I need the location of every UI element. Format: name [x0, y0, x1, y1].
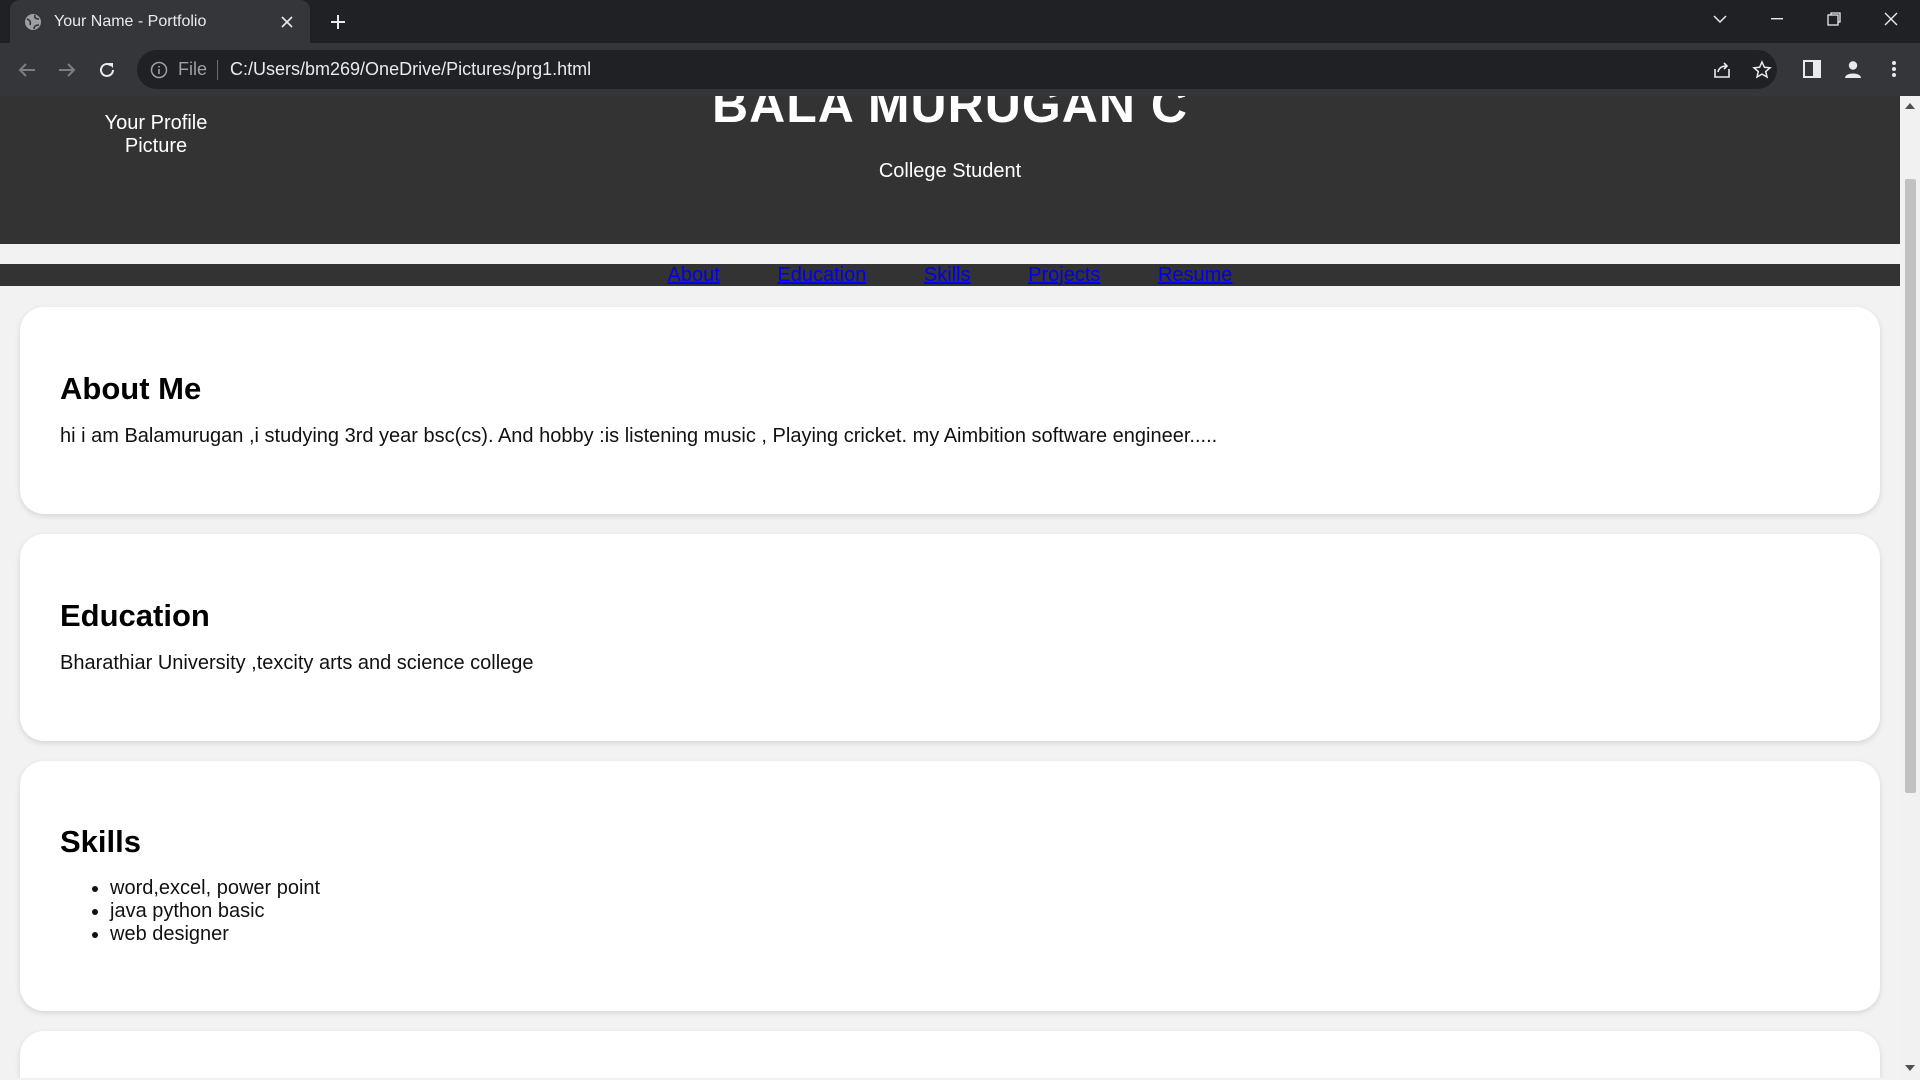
scroll-up-arrow-icon[interactable]	[1904, 100, 1916, 112]
url-text[interactable]: C:/Users/bm269/OneDrive/Pictures/prg1.ht…	[230, 59, 591, 80]
scrollbar-thumb[interactable]	[1905, 179, 1916, 793]
page-scrollbar[interactable]	[1900, 96, 1920, 1078]
nav-link-about[interactable]: About	[668, 264, 720, 286]
site-header: Your Profile Picture BALA MURUGAN C Coll…	[0, 96, 1900, 244]
chevron-down-icon[interactable]	[1700, 0, 1740, 38]
browser-toolbar: File C:/Users/bm269/OneDrive/Pictures/pr…	[0, 43, 1920, 96]
nav-link-skills[interactable]: Skills	[924, 264, 971, 286]
back-icon[interactable]	[12, 55, 42, 85]
education-text: Bharathiar University ,texcity arts and …	[60, 652, 534, 674]
skills-heading: Skills	[60, 824, 141, 859]
star-icon[interactable]	[1752, 60, 1772, 80]
site-role: College Student	[878, 160, 1022, 182]
education-heading: Education	[60, 598, 210, 633]
skills-list: word,excel, power point java python basi…	[60, 877, 1840, 946]
nav-link-education[interactable]: Education	[777, 264, 866, 286]
page-viewport: Your Profile Picture BALA MURUGAN C Coll…	[0, 96, 1900, 1078]
globe-icon	[24, 13, 42, 31]
tab-title: Your Name - Portfolio	[54, 12, 207, 30]
list-item: java python basic	[110, 900, 1840, 923]
education-section: Education Bharathiar University ,texcity…	[20, 534, 1880, 741]
restore-icon[interactable]	[1814, 0, 1854, 38]
nav-link-resume[interactable]: Resume	[1158, 264, 1232, 286]
about-text: hi i am Balamurugan ,i studying 3rd year…	[60, 425, 1218, 447]
browser-tab[interactable]: Your Name - Portfolio	[10, 0, 310, 43]
reload-icon[interactable]	[92, 55, 122, 85]
profile-icon[interactable]	[1841, 57, 1865, 81]
projects-section	[20, 1031, 1880, 1078]
forward-icon[interactable]	[52, 55, 82, 85]
share-icon[interactable]	[1712, 60, 1732, 80]
close-icon[interactable]	[276, 11, 298, 33]
list-item: web designer	[110, 923, 1840, 946]
skills-section: Skills word,excel, power point java pyth…	[20, 761, 1880, 1011]
list-item: word,excel, power point	[110, 877, 1840, 900]
sidepanel-icon[interactable]	[1800, 57, 1824, 81]
omnibox-divider	[217, 59, 219, 80]
scroll-down-arrow-icon[interactable]	[1904, 1062, 1916, 1074]
site-name: BALA MURUGAN C	[712, 96, 1188, 133]
minimize-icon[interactable]	[1757, 0, 1797, 38]
nav-link-projects[interactable]: Projects	[1028, 264, 1100, 286]
url-scheme-label: File	[178, 59, 208, 79]
about-section: About Me hi i am Balamurugan ,i studying…	[20, 307, 1880, 514]
site-nav: About Education Skills Projects Resume	[0, 264, 1900, 286]
menu-icon[interactable]	[1882, 57, 1906, 81]
about-heading: About Me	[60, 371, 202, 406]
tab-strip: Your Name - Portfolio	[0, 0, 1920, 43]
window-close-icon[interactable]	[1871, 0, 1911, 38]
plus-icon[interactable]	[324, 9, 352, 35]
info-icon[interactable]	[150, 61, 168, 79]
address-bar[interactable]: File C:/Users/bm269/OneDrive/Pictures/pr…	[137, 50, 1777, 89]
